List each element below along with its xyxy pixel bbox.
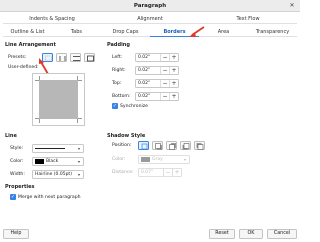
shadow-top-right-icon xyxy=(169,143,176,150)
preset-left-right-button[interactable] xyxy=(56,53,67,62)
shadow-top-left-button[interactable] xyxy=(194,141,205,150)
properties-title: Properties xyxy=(5,184,35,190)
line-style-label: Style: xyxy=(10,146,24,151)
minus-icon[interactable]: − xyxy=(160,54,169,61)
synchronize-label: Synchronize xyxy=(120,104,149,109)
preset-top-bottom-button[interactable] xyxy=(70,53,81,62)
user-defined-label: User-defined: xyxy=(8,65,39,70)
corner-tick xyxy=(39,76,40,80)
plus-icon[interactable]: + xyxy=(169,54,178,61)
shadow-position-label: Position: xyxy=(112,143,132,148)
line-title: Line xyxy=(5,133,17,139)
shadow-top-left-icon xyxy=(196,143,204,150)
tab-row-1: Indents & Spacing Alignment Text Flow xyxy=(3,14,297,24)
preset-left-right-icon xyxy=(59,56,66,61)
shadow-style-title: Shadow Style xyxy=(107,133,146,139)
corner-tick xyxy=(39,119,40,123)
shadow-none-button[interactable] xyxy=(138,141,149,150)
ok-button[interactable]: OK xyxy=(239,229,263,239)
padding-bottom-value: 0.02" xyxy=(138,94,151,99)
padding-bottom-spinner[interactable]: 0.02" − + xyxy=(135,92,179,101)
chevron-down-icon: ▾ xyxy=(77,172,80,177)
minus-icon[interactable]: − xyxy=(160,80,169,87)
padding-top-spinner[interactable]: 0.02" − + xyxy=(135,79,179,88)
line-width-dropdown[interactable]: Hairline (0.05pt) ▾ xyxy=(32,170,84,179)
close-icon[interactable]: ✕ xyxy=(288,0,296,12)
chevron-down-icon: ▾ xyxy=(77,159,80,164)
tab-outline-list[interactable]: Outline & List xyxy=(3,27,52,37)
tab-tabs[interactable]: Tabs xyxy=(52,27,101,37)
plus-icon[interactable]: + xyxy=(172,169,181,176)
shadow-bottom-left-icon xyxy=(182,143,190,150)
shadow-bottom-right-button[interactable] xyxy=(152,141,163,150)
line-color-value: Black xyxy=(46,159,59,164)
padding-bottom-label: Bottom: xyxy=(112,94,131,99)
corner-tick xyxy=(77,119,78,123)
merge-paragraph-label: Merge with next paragraph xyxy=(18,195,81,200)
preset-all-borders-icon xyxy=(87,55,94,62)
shadow-distance-label: Distance: xyxy=(112,170,134,175)
chevron-down-icon: ▾ xyxy=(77,146,80,151)
annotation-arrow-icon xyxy=(189,26,205,37)
line-arrangement-title: Line Arrangement xyxy=(5,42,56,48)
corner-tick xyxy=(77,76,78,80)
paragraph-preview-area xyxy=(39,80,78,119)
tab-area[interactable]: Area xyxy=(199,27,248,37)
color-swatch xyxy=(141,157,150,162)
padding-top-value: 0.02" xyxy=(138,81,151,86)
tab-transparency[interactable]: Transparency xyxy=(248,27,297,37)
padding-title: Padding xyxy=(107,42,130,48)
line-width-label: Width: xyxy=(10,172,25,177)
padding-left-label: Left: xyxy=(112,55,123,60)
minus-icon[interactable]: − xyxy=(160,67,169,74)
shadow-distance-value: 0.07" xyxy=(141,170,154,175)
tab-text-flow[interactable]: Text Flow xyxy=(199,14,297,24)
padding-right-value: 0.02" xyxy=(138,68,151,73)
shadow-color-dropdown[interactable]: Gray ▾ xyxy=(138,155,190,164)
tab-indents-spacing[interactable]: Indents & Spacing xyxy=(3,14,101,24)
synchronize-checkbox[interactable]: ✓ xyxy=(112,103,118,109)
shadow-top-right-button[interactable] xyxy=(166,141,177,150)
padding-top-label: Top: xyxy=(112,81,122,86)
presets-label: Presets: xyxy=(8,55,27,60)
padding-left-spinner[interactable]: 0.02" − + xyxy=(135,53,179,62)
minus-icon[interactable]: − xyxy=(160,93,169,100)
help-button[interactable]: Help xyxy=(3,229,29,239)
user-defined-border-canvas[interactable] xyxy=(32,73,85,126)
merge-paragraph-checkbox[interactable]: ✓ xyxy=(10,194,16,200)
window-title: Paragraph xyxy=(133,3,167,9)
line-width-value: Hairline (0.05pt) xyxy=(35,172,72,177)
preset-top-bottom-icon xyxy=(73,56,80,61)
shadow-none-icon xyxy=(141,143,148,150)
tab-drop-caps[interactable]: Drop Caps xyxy=(101,27,150,37)
shadow-bottom-right-icon xyxy=(155,143,162,150)
title-bar: Paragraph ✕ xyxy=(0,0,300,12)
chevron-down-icon: ▾ xyxy=(183,157,186,162)
padding-right-label: Right: xyxy=(112,68,126,73)
corner-tick xyxy=(78,118,82,119)
preset-all-borders-button[interactable] xyxy=(84,53,95,62)
plus-icon[interactable]: + xyxy=(169,80,178,87)
line-style-dropdown[interactable]: ▾ xyxy=(32,144,84,153)
minus-icon[interactable]: − xyxy=(163,169,172,176)
corner-tick xyxy=(35,80,39,81)
color-swatch xyxy=(35,159,44,164)
tab-row-2: Outline & List Tabs Drop Caps Borders Ar… xyxy=(3,27,297,37)
line-color-label: Color: xyxy=(10,159,24,164)
line-color-dropdown[interactable]: Black ▾ xyxy=(32,157,84,166)
plus-icon[interactable]: + xyxy=(169,93,178,100)
plus-icon[interactable]: + xyxy=(169,67,178,74)
cancel-button[interactable]: Cancel xyxy=(267,229,297,239)
shadow-color-value: Gray xyxy=(152,157,163,162)
padding-left-value: 0.02" xyxy=(138,55,151,60)
padding-right-spinner[interactable]: 0.02" − + xyxy=(135,66,179,75)
shadow-bottom-left-button[interactable] xyxy=(180,141,191,150)
shadow-color-label: Color: xyxy=(112,157,126,162)
line-style-sample xyxy=(35,148,65,149)
tab-alignment[interactable]: Alignment xyxy=(101,14,199,24)
shadow-distance-spinner[interactable]: 0.07" − + xyxy=(138,168,182,177)
corner-tick xyxy=(78,80,82,81)
reset-button[interactable]: Reset xyxy=(209,229,235,239)
